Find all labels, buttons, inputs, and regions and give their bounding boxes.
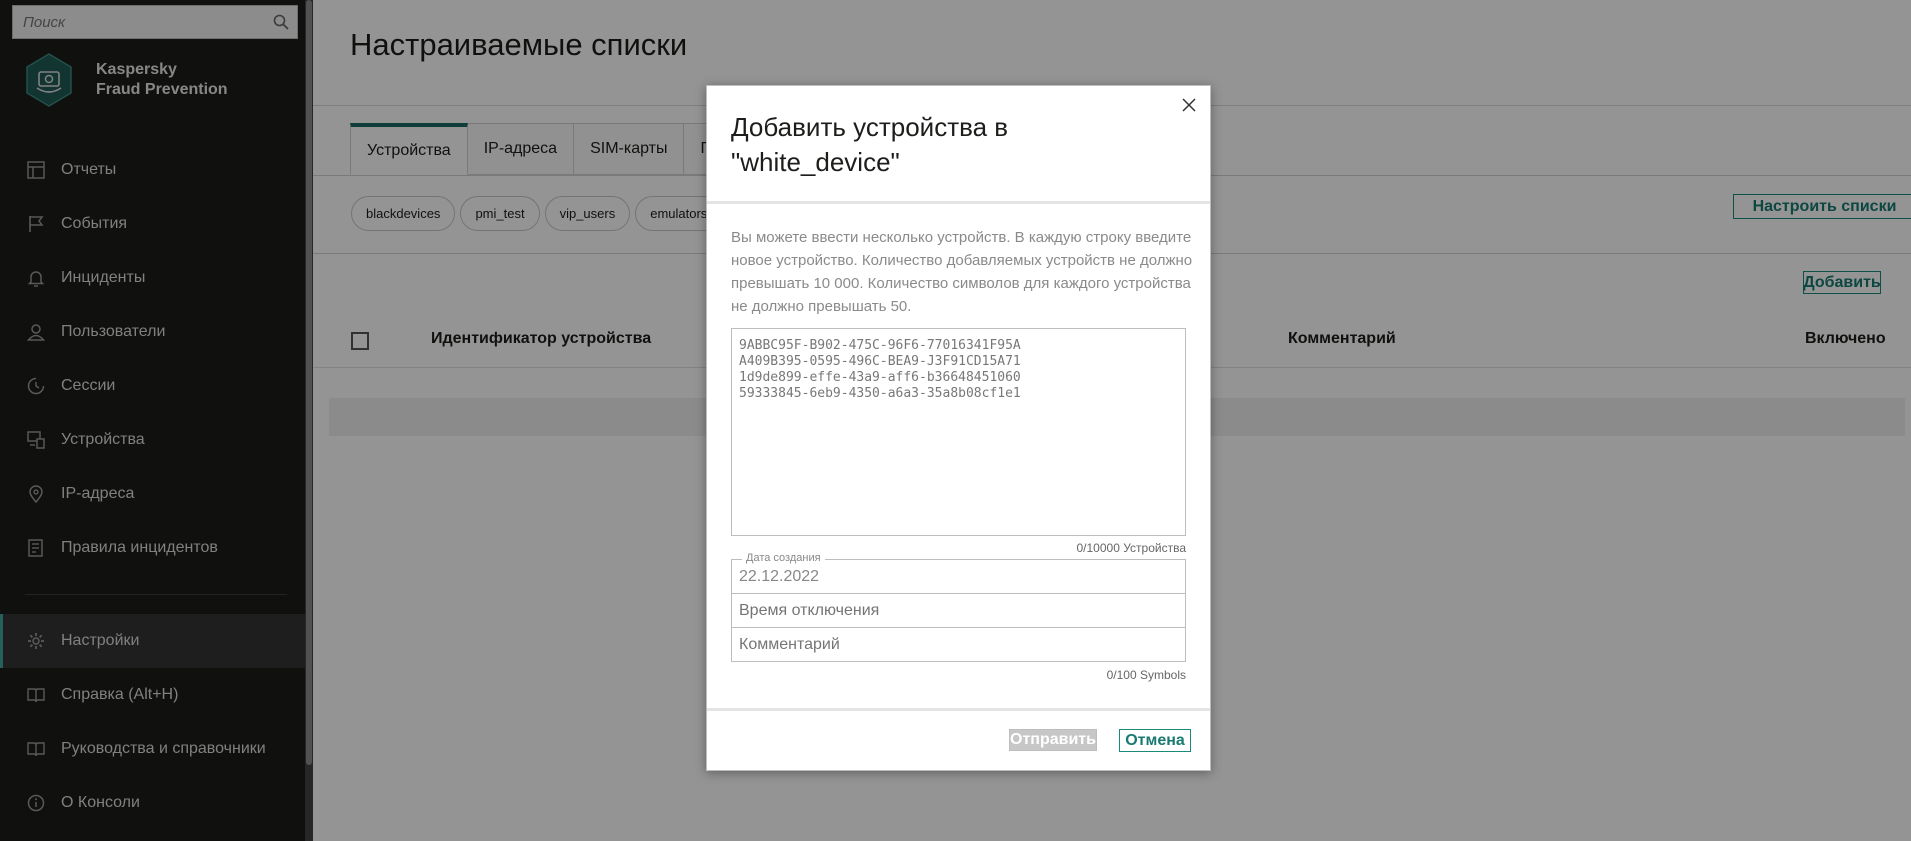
add-devices-dialog: Добавить устройства в "white_device" Вы …: [706, 85, 1211, 771]
dialog-footer-divider: [707, 708, 1210, 711]
disable-time-field[interactable]: [731, 593, 1186, 628]
dialog-description: Вы можете ввести несколько устройств. В …: [731, 229, 1193, 315]
creation-date-input[interactable]: [732, 560, 1185, 593]
comment-field[interactable]: [731, 627, 1186, 662]
devices-textarea[interactable]: 9ABBC95F-B902-475C-96F6-77016341F95A A40…: [731, 328, 1186, 536]
cancel-button[interactable]: Отмена: [1119, 729, 1191, 752]
submit-button[interactable]: Отправить: [1009, 729, 1097, 751]
close-button[interactable]: [1178, 94, 1200, 116]
devices-counter: 0/10000 Устройства: [1076, 541, 1187, 555]
creation-date-field[interactable]: Дата создания: [731, 552, 1186, 594]
disable-time-input[interactable]: [732, 594, 1185, 627]
dialog-title: Добавить устройства в "white_device": [731, 112, 1009, 177]
creation-date-label: Дата создания: [742, 552, 825, 564]
close-icon: [1182, 98, 1196, 112]
comment-counter: 0/100 Symbols: [1106, 668, 1186, 682]
comment-input[interactable]: [732, 628, 1185, 661]
dialog-header-divider: [707, 201, 1210, 204]
